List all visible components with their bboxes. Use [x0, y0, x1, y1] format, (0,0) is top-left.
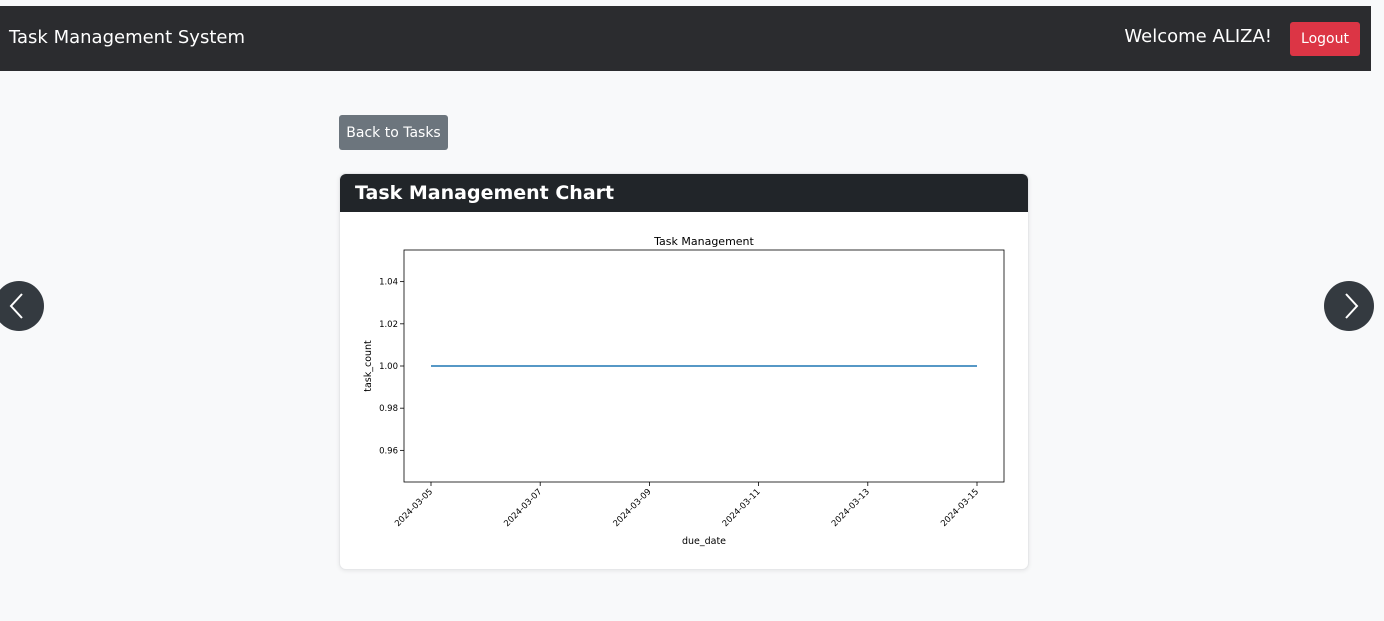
x-tick-label: 2024-03-05: [393, 487, 435, 529]
x-tick-label: 2024-03-07: [502, 487, 544, 529]
back-to-tasks-button[interactable]: Back to Tasks: [339, 115, 448, 150]
chart-title: Task Management: [653, 235, 754, 248]
carousel-next-button[interactable]: [1324, 281, 1374, 331]
carousel-prev-button[interactable]: [0, 281, 44, 331]
navbar: Task Management System Welcome ALIZA! Lo…: [0, 6, 1371, 71]
x-tick-label: 2024-03-13: [830, 487, 872, 529]
task-chart: Task Management 0.96 0.98 1.00 1.02 1.04 202…: [363, 235, 1005, 547]
x-tick-label: 2024-03-11: [721, 487, 763, 529]
page: Task Management System Welcome ALIZA! Lo…: [0, 0, 1384, 621]
y-tick-label: 0.96: [379, 446, 398, 456]
x-axis-ticks: 2024-03-05 2024-03-07 2024-03-09 2024-03-11…: [393, 482, 981, 529]
y-tick-label: 1.00: [379, 362, 398, 372]
y-tick-label: 1.04: [379, 278, 398, 288]
y-axis-ticks: 0.96 0.98 1.00 1.02 1.04: [379, 278, 404, 456]
x-tick-label: 2024-03-15: [939, 487, 981, 529]
welcome-message: Welcome ALIZA!: [1124, 26, 1272, 47]
chevron-right-icon: [1345, 293, 1359, 319]
chevron-left-icon: [9, 293, 23, 319]
logout-button[interactable]: Logout: [1290, 22, 1360, 56]
y-tick-label: 0.98: [379, 404, 398, 414]
y-axis-label: task_count: [363, 340, 374, 392]
chart-card: Task Management Chart Task Management 0.…: [339, 173, 1029, 570]
x-axis-label: due_date: [682, 536, 726, 547]
x-tick-label: 2024-03-09: [612, 487, 654, 529]
brand-title[interactable]: Task Management System: [9, 27, 245, 48]
y-tick-label: 1.02: [379, 320, 398, 330]
